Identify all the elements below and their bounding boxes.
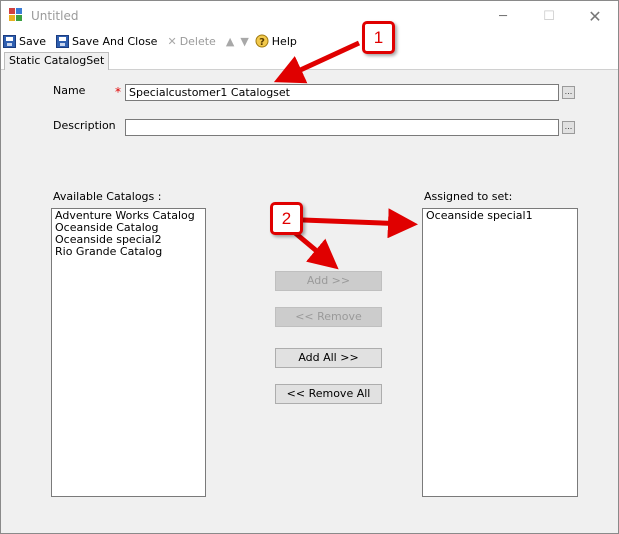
move-up-icon[interactable]: ▲ xyxy=(226,35,234,48)
window-title: Untitled xyxy=(31,9,79,23)
help-icon: ? xyxy=(255,34,269,48)
description-ellipsis-button[interactable]: ... xyxy=(562,121,575,134)
app-icon xyxy=(9,8,22,21)
svg-text:?: ? xyxy=(259,37,265,48)
maximize-button[interactable]: ☐ xyxy=(526,1,572,31)
minimize-icon: ─ xyxy=(499,8,507,24)
list-item[interactable]: Oceanside special1 xyxy=(426,210,574,222)
help-label: Help xyxy=(271,34,297,48)
save-and-close-button[interactable]: Save And Close xyxy=(56,34,158,48)
available-catalogs-label: Available Catalogs : xyxy=(53,190,162,203)
arrow-to-assigned-list xyxy=(302,208,418,239)
save-and-close-label: Save And Close xyxy=(72,34,158,48)
tab-strip: Static CatalogSet xyxy=(1,51,618,70)
delete-icon: ✕ xyxy=(167,34,177,48)
arrow-to-add-button xyxy=(292,230,339,270)
tab-static-catalogset[interactable]: Static CatalogSet xyxy=(4,52,110,70)
save-button[interactable]: Save xyxy=(3,34,47,48)
add-all-button[interactable]: Add All >> xyxy=(275,348,382,368)
name-input[interactable]: Specialcustomer1 Catalogset xyxy=(125,84,559,101)
toolbar: Save Save And Close ✕ Delete ▲ ▼ ? Help xyxy=(1,31,618,51)
description-label: Description xyxy=(53,119,116,132)
delete-label: Delete xyxy=(179,34,216,48)
callout-1: 1 xyxy=(362,21,395,54)
help-button[interactable]: ? Help xyxy=(255,34,297,48)
remove-all-button[interactable]: << Remove All xyxy=(275,384,382,404)
move-down-icon[interactable]: ▼ xyxy=(240,35,248,48)
close-icon: ✕ xyxy=(588,6,602,26)
available-catalogs-list[interactable]: Adventure Works Catalog Oceanside Catalo… xyxy=(51,208,206,497)
catalogset-window: Untitled ─ ☐ ✕ Save Save And Close ✕ Del… xyxy=(0,0,619,534)
delete-button[interactable]: ✕ Delete xyxy=(167,35,215,48)
assigned-to-set-list[interactable]: Oceanside special1 xyxy=(422,208,578,497)
save-close-icon xyxy=(56,34,70,48)
add-button[interactable]: Add >> xyxy=(275,271,382,291)
minimize-button[interactable]: ─ xyxy=(480,1,526,31)
save-icon xyxy=(3,34,16,48)
remove-button[interactable]: << Remove xyxy=(275,307,382,327)
maximize-icon: ☐ xyxy=(543,8,555,24)
description-input[interactable] xyxy=(125,119,559,136)
list-item[interactable]: Rio Grande Catalog xyxy=(55,246,202,258)
close-button[interactable]: ✕ xyxy=(572,1,618,31)
required-marker: * xyxy=(115,85,121,99)
save-label: Save xyxy=(19,34,47,48)
title-bar: Untitled ─ ☐ ✕ xyxy=(1,1,618,31)
name-ellipsis-button[interactable]: ... xyxy=(562,86,575,99)
callout-2: 2 xyxy=(270,202,303,235)
assigned-to-set-label: Assigned to set: xyxy=(424,190,513,203)
name-label: Name xyxy=(53,84,86,97)
